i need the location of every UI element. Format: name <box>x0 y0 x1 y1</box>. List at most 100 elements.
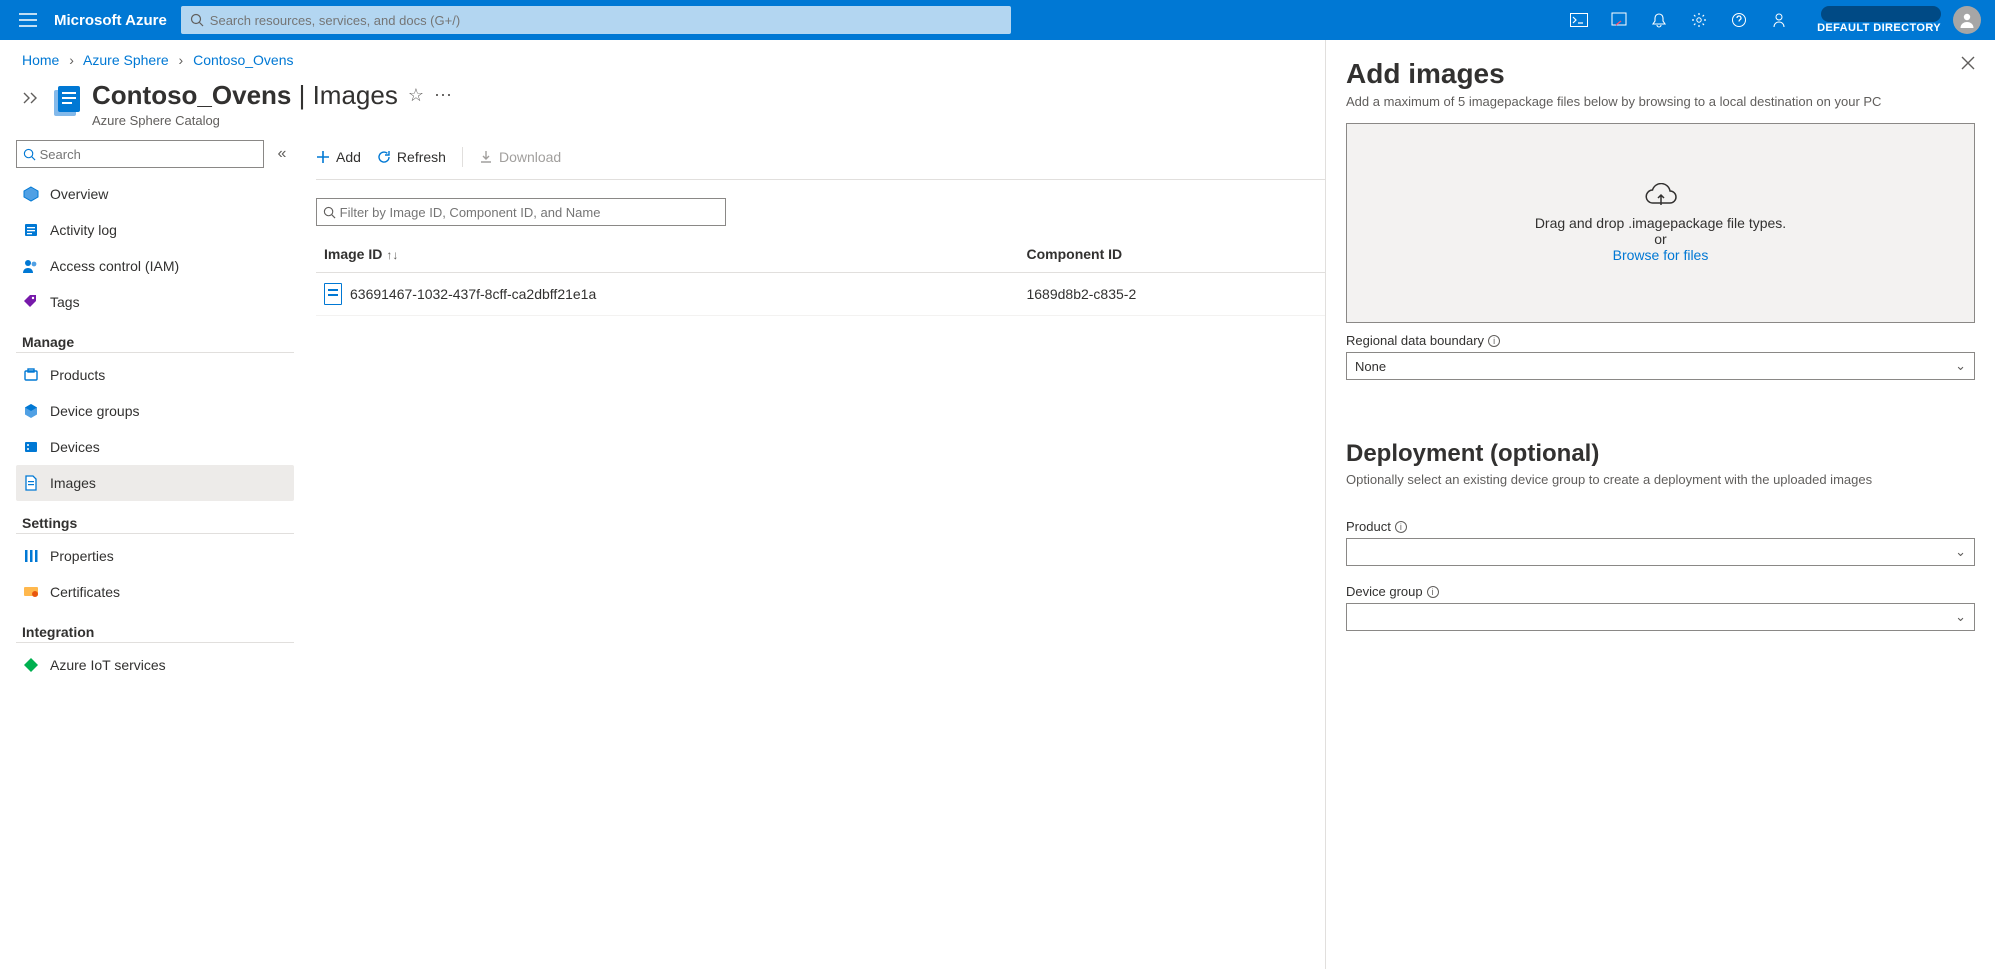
chevron-down-icon: ⌄ <box>1955 609 1966 625</box>
search-icon <box>23 148 36 161</box>
activity-log-icon <box>22 221 40 239</box>
catalog-icon <box>50 84 86 120</box>
close-panel-icon[interactable] <box>1961 56 1975 70</box>
product-label: Product i <box>1346 519 1975 534</box>
nav-search-input[interactable] <box>40 147 257 162</box>
breadcrumb-sep: › <box>179 52 184 68</box>
nav-item-device-groups[interactable]: Device groups <box>16 393 294 429</box>
nav-item-iot-services[interactable]: Azure IoT services <box>16 647 294 683</box>
cloud-shell-icon[interactable] <box>1559 0 1599 40</box>
images-list-area: Add Refresh Download <box>300 140 1325 969</box>
col-component-id[interactable]: Component ID <box>1018 236 1325 273</box>
brand-label[interactable]: Microsoft Azure <box>54 12 167 29</box>
blade-header: Contoso_Ovens | Images ☆ ⋯ Azure Sphere … <box>0 74 1325 140</box>
browse-files-link[interactable]: Browse for files <box>1613 247 1709 263</box>
user-avatar[interactable] <box>1953 6 1981 34</box>
cloud-upload-icon <box>1644 183 1678 209</box>
plus-icon <box>316 150 330 164</box>
component-id-value: 1689d8b2-c835-2 <box>1018 273 1325 316</box>
breadcrumb-link-azure-sphere[interactable]: Azure Sphere <box>83 52 169 68</box>
nav-item-activity-log[interactable]: Activity log <box>16 212 294 248</box>
file-dropzone[interactable]: Drag and drop .imagepackage file types. … <box>1346 123 1975 323</box>
deployment-subtitle: Optionally select an existing device gro… <box>1346 472 1975 487</box>
more-actions-icon[interactable]: ⋯ <box>434 85 452 106</box>
settings-icon[interactable] <box>1679 0 1719 40</box>
search-icon <box>323 206 336 219</box>
device-group-select[interactable]: ⌄ <box>1346 603 1975 631</box>
page-title: Contoso_Ovens | Images <box>92 80 398 111</box>
regional-boundary-select[interactable]: None ⌄ <box>1346 352 1975 380</box>
global-search-input[interactable] <box>210 13 1002 28</box>
page-subtitle: Azure Sphere Catalog <box>92 113 452 128</box>
breadcrumb: Home › Azure Sphere › Contoso_Ovens <box>0 40 1325 74</box>
panel-title: Add images <box>1346 58 1975 90</box>
col-image-id[interactable]: Image ID↑↓ <box>316 236 1018 273</box>
breadcrumb-sep: › <box>69 52 74 68</box>
images-toolbar: Add Refresh Download <box>316 140 1325 180</box>
breadcrumb-link-home[interactable]: Home <box>22 52 59 68</box>
filter-input[interactable] <box>340 205 719 220</box>
product-select[interactable]: ⌄ <box>1346 538 1975 566</box>
person-icon <box>1958 11 1976 29</box>
regional-boundary-label: Regional data boundary i <box>1346 333 1975 348</box>
iot-icon <box>22 656 40 674</box>
hamburger-menu[interactable] <box>8 0 48 40</box>
search-icon <box>190 13 204 27</box>
properties-icon <box>22 547 40 565</box>
nav-header-manage: Manage <box>16 320 294 353</box>
copilot-icon[interactable] <box>1599 0 1639 40</box>
nav-item-certificates[interactable]: Certificates <box>16 574 294 610</box>
dropzone-text: Drag and drop .imagepackage file types. <box>1535 215 1786 231</box>
sort-arrow-icon: ↑↓ <box>386 248 398 262</box>
download-button: Download <box>479 149 561 165</box>
nav-collapse-icon[interactable]: « <box>270 145 294 163</box>
add-button[interactable]: Add <box>316 149 361 165</box>
nav-item-devices[interactable]: Devices <box>16 429 294 465</box>
breadcrumb-link-current[interactable]: Contoso_Ovens <box>193 52 293 68</box>
tags-icon <box>22 293 40 311</box>
overview-icon <box>22 185 40 203</box>
left-nav: « Overview Activity log Access control (… <box>0 140 300 969</box>
nav-header-settings: Settings <box>16 501 294 534</box>
account-block[interactable]: DEFAULT DIRECTORY <box>1807 6 1947 34</box>
certificates-icon <box>22 583 40 601</box>
nav-header-integration: Integration <box>16 610 294 643</box>
refresh-button[interactable]: Refresh <box>377 149 446 165</box>
info-icon[interactable]: i <box>1427 586 1439 598</box>
help-icon[interactable] <box>1719 0 1759 40</box>
table-row[interactable]: 63691467-1032-437f-8cff-ca2dbff21e1a 168… <box>316 273 1325 316</box>
image-id-value: 63691467-1032-437f-8cff-ca2dbff21e1a <box>350 286 596 302</box>
download-icon <box>479 150 493 164</box>
iam-icon <box>22 257 40 275</box>
account-redacted-pill <box>1821 6 1941 22</box>
info-icon[interactable]: i <box>1395 521 1407 533</box>
feedback-icon[interactable] <box>1759 0 1799 40</box>
expand-menu-icon[interactable] <box>16 92 44 104</box>
global-search-box[interactable] <box>181 6 1011 34</box>
nav-item-overview[interactable]: Overview <box>16 176 294 212</box>
notifications-icon[interactable] <box>1639 0 1679 40</box>
top-icon-bar: DEFAULT DIRECTORY <box>1559 0 1987 40</box>
nav-search-box[interactable] <box>16 140 264 168</box>
devices-icon <box>22 438 40 456</box>
nav-item-properties[interactable]: Properties <box>16 538 294 574</box>
nav-item-images[interactable]: Images <box>16 465 294 501</box>
chevron-down-icon: ⌄ <box>1955 358 1966 374</box>
nav-item-tags[interactable]: Tags <box>16 284 294 320</box>
azure-top-bar: Microsoft Azure DEFAULT DIRECTORY <box>0 0 1995 40</box>
nav-item-products[interactable]: Products <box>16 357 294 393</box>
device-group-label: Device group i <box>1346 584 1975 599</box>
refresh-icon <box>377 150 391 164</box>
directory-label: DEFAULT DIRECTORY <box>1817 22 1941 34</box>
dropzone-or: or <box>1654 231 1666 247</box>
pin-star-icon[interactable]: ☆ <box>408 85 424 106</box>
deployment-title: Deployment (optional) <box>1346 440 1975 468</box>
device-groups-icon <box>22 402 40 420</box>
images-table: Image ID↑↓ Component ID 63691467-1032-43… <box>316 236 1325 316</box>
images-icon <box>22 474 40 492</box>
toolbar-separator <box>462 147 463 167</box>
filter-box[interactable] <box>316 198 726 226</box>
nav-item-access-control[interactable]: Access control (IAM) <box>16 248 294 284</box>
info-icon[interactable]: i <box>1488 335 1500 347</box>
hamburger-icon <box>19 13 37 27</box>
